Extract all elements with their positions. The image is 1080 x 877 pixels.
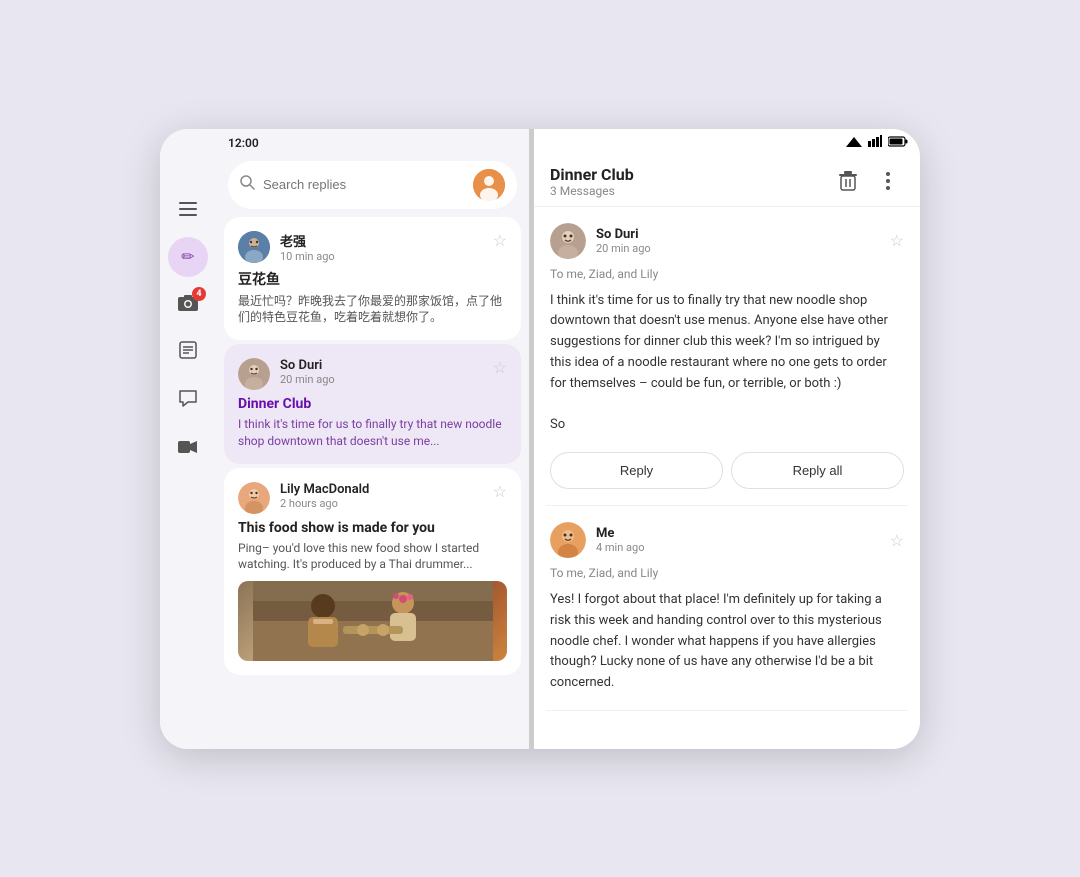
avatar-soduri-left xyxy=(238,358,270,390)
email-messages-container: So Duri 20 min ago ☆ To me, Ziad, and Li… xyxy=(534,207,920,749)
status-bar-right xyxy=(534,129,920,157)
avatar-laozhuang xyxy=(238,231,270,263)
message-card-2[interactable]: So Duri 20 min ago ☆ Dinner Club I think… xyxy=(224,344,521,464)
email-body-1: I think it's time for us to finally try … xyxy=(550,291,904,437)
msg-sender-1: 老强 xyxy=(280,231,483,250)
thread-header: Dinner Club 3 Messages xyxy=(534,157,920,207)
email-time-1: 20 min ago xyxy=(596,242,880,255)
msg-subject-3: This food show is made for you xyxy=(238,520,507,536)
wifi-icon xyxy=(846,135,862,150)
main-content: 12:00 xyxy=(216,129,529,749)
message-card-3[interactable]: Lily MacDonald 2 hours ago ☆ This food s… xyxy=(224,468,521,676)
signal-icon xyxy=(868,135,882,150)
message-card-1[interactable]: 老强 10 min ago ☆ 豆花鱼 最近忙吗？昨晚我去了你最爱的那家饭馆，点… xyxy=(224,217,521,341)
search-bar[interactable] xyxy=(228,161,517,209)
msg-meta-2: So Duri 20 min ago xyxy=(280,358,483,386)
email-star-2[interactable]: ☆ xyxy=(890,531,904,550)
search-input[interactable] xyxy=(263,177,465,192)
email-body-2: Yes! I forgot about that place! I'm defi… xyxy=(550,590,904,694)
email-time-2: 4 min ago xyxy=(596,541,880,554)
video-icon xyxy=(178,438,198,459)
msg-preview-3: Ping– you'd love this new food show I st… xyxy=(238,540,507,574)
delete-button[interactable] xyxy=(832,165,864,197)
thread-actions xyxy=(832,165,904,197)
sidebar-item-compose[interactable]: ✏ xyxy=(168,237,208,277)
msg-header-3: Lily MacDonald 2 hours ago ☆ xyxy=(238,482,507,514)
battery-icon xyxy=(888,136,908,150)
message-list: 老强 10 min ago ☆ 豆花鱼 最近忙吗？昨晚我去了你最爱的那家饭馆，点… xyxy=(216,217,529,749)
msg-header-1: 老强 10 min ago ☆ xyxy=(238,231,507,263)
sidebar-item-notes[interactable] xyxy=(168,333,208,373)
msg-time-2: 20 min ago xyxy=(280,373,483,386)
msg-subject-2: Dinner Club xyxy=(238,396,507,412)
more-button[interactable] xyxy=(872,165,904,197)
chat-icon xyxy=(179,390,197,412)
sidebar-item-chat[interactable] xyxy=(168,381,208,421)
avatar-me-right xyxy=(550,522,586,558)
msg-sender-3: Lily MacDonald xyxy=(280,482,483,497)
msg-preview-1: 最近忙吗？昨晚我去了你最爱的那家饭馆，点了他们的特色豆花鱼，吃着吃着就想你了。 xyxy=(238,293,507,327)
email-header-1: So Duri 20 min ago ☆ xyxy=(550,223,904,259)
msg-meta-3: Lily MacDonald 2 hours ago xyxy=(280,482,483,510)
email-sender-2: Me xyxy=(596,526,880,541)
msg-header-2: So Duri 20 min ago ☆ xyxy=(238,358,507,390)
sidebar: ✏ 4 xyxy=(160,129,216,749)
msg-preview-2: I think it's time for us to finally try … xyxy=(238,416,507,450)
sidebar-item-menu[interactable] xyxy=(168,189,208,229)
food-image xyxy=(238,581,507,661)
status-bar-left: 12:00 xyxy=(216,129,529,157)
time-display: 12:00 xyxy=(228,136,259,150)
msg-time-1: 10 min ago xyxy=(280,250,483,263)
email-sender-1: So Duri xyxy=(596,227,880,242)
email-header-2: Me 4 min ago ☆ xyxy=(550,522,904,558)
email-meta-1: So Duri 20 min ago xyxy=(596,227,880,255)
thread-title: Dinner Club xyxy=(550,165,832,184)
search-icon xyxy=(240,175,255,194)
avatar-lily xyxy=(238,482,270,514)
msg-subject-1: 豆花鱼 xyxy=(238,269,507,289)
email-to-2: To me, Ziad, and Lily xyxy=(550,566,904,580)
menu-icon xyxy=(175,198,201,220)
email-star-1[interactable]: ☆ xyxy=(890,231,904,250)
compose-icon: ✏ xyxy=(181,247,194,266)
star-btn-1[interactable]: ☆ xyxy=(493,231,507,250)
inbox-badge: 4 xyxy=(192,287,206,301)
msg-sender-2: So Duri xyxy=(280,358,483,373)
email-meta-2: Me 4 min ago xyxy=(596,526,880,554)
thread-count: 3 Messages xyxy=(550,184,832,198)
reply-actions: Reply Reply all xyxy=(550,452,904,489)
reply-button[interactable]: Reply xyxy=(550,452,723,489)
user-avatar xyxy=(473,169,505,201)
email-to-1: To me, Ziad, and Lily xyxy=(550,267,904,281)
msg-time-3: 2 hours ago xyxy=(280,497,483,510)
msg-meta-1: 老强 10 min ago xyxy=(280,231,483,263)
email-message-1: So Duri 20 min ago ☆ To me, Ziad, and Li… xyxy=(546,207,908,507)
star-btn-3[interactable]: ☆ xyxy=(493,482,507,501)
avatar-soduri-right xyxy=(550,223,586,259)
reply-all-button[interactable]: Reply all xyxy=(731,452,904,489)
left-panel: ✏ 4 xyxy=(160,129,530,749)
notes-icon xyxy=(179,341,197,364)
star-btn-2[interactable]: ☆ xyxy=(493,358,507,377)
email-message-2: Me 4 min ago ☆ To me, Ziad, and Lily Yes… xyxy=(546,506,908,711)
sidebar-item-inbox[interactable]: 4 xyxy=(168,285,208,325)
device-container: ✏ 4 xyxy=(160,129,920,749)
sidebar-item-video[interactable] xyxy=(168,429,208,469)
right-panel: Dinner Club 3 Messages xyxy=(534,129,920,749)
thread-title-block: Dinner Club 3 Messages xyxy=(550,165,832,198)
